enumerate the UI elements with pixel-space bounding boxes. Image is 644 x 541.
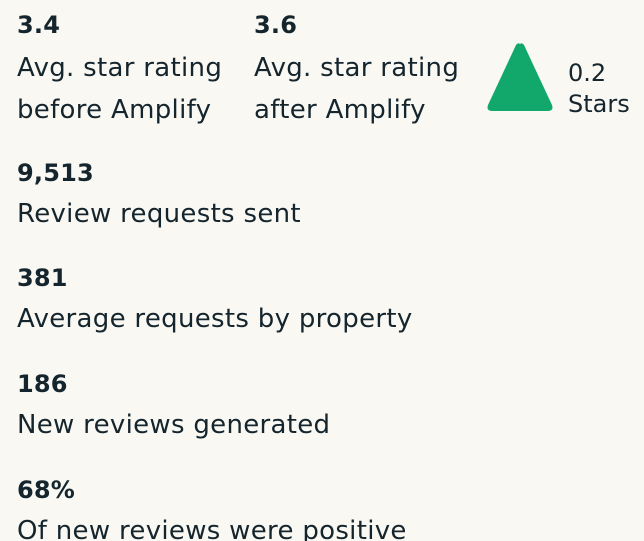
stat-positive-reviews: 68% Of new reviews were positive (17, 476, 407, 541)
rating-after-label-line1: Avg. star rating (254, 53, 460, 83)
stat-review-requests-value: 9,513 (17, 159, 94, 187)
stat-new-reviews: 186 New reviews generated (17, 370, 330, 446)
stat-average-requests-value: 381 (17, 264, 68, 292)
rating-before-block: 3.4 Avg. star rating before Amplify (17, 11, 222, 131)
rating-after-label-line2: after Amplify (254, 95, 426, 125)
rating-after-block: 3.6 Avg. star rating after Amplify (254, 11, 459, 131)
rating-after-value: 3.6 (254, 11, 298, 39)
rating-delta-text: 0.2 Stars (568, 58, 630, 120)
stat-new-reviews-label: New reviews generated (17, 410, 331, 440)
rating-delta-unit: Stars (568, 90, 630, 118)
rating-delta-value: 0.2 (568, 59, 607, 87)
rating-before-label-line2: before Amplify (17, 95, 212, 125)
rating-before-label-line1: Avg. star rating (17, 53, 223, 83)
stat-positive-reviews-label: Of new reviews were positive (17, 516, 407, 541)
rating-before-value: 3.4 (17, 11, 61, 39)
stat-average-requests: 381 Average requests by property (17, 264, 413, 340)
stat-review-requests: 9,513 Review requests sent (17, 159, 301, 235)
stat-review-requests-label: Review requests sent (17, 199, 301, 229)
stat-new-reviews-value: 186 (17, 370, 68, 398)
stat-positive-reviews-value: 68% (17, 476, 76, 504)
triangle-up-icon (487, 43, 553, 112)
stat-average-requests-label: Average requests by property (17, 304, 413, 334)
